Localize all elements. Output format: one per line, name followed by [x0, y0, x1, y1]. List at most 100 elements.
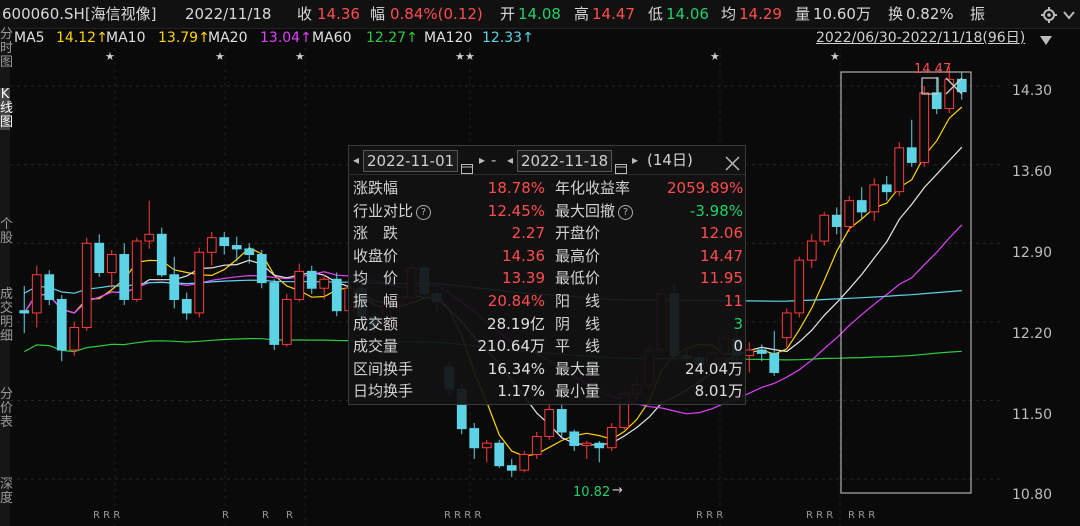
stat-value: 2059.89% [667, 179, 744, 197]
price-tick: 12.90 [1012, 245, 1053, 261]
candle-body [231, 245, 242, 250]
stat-label: 涨 跌 [353, 224, 399, 243]
candle-body [56, 298, 67, 351]
candle-body [294, 270, 305, 300]
side-tabs: 分时图 K线图 个股 成交明细 分价表 深度 [0, 28, 13, 526]
stat-label: 最小量 [555, 382, 601, 401]
candle-body [931, 92, 942, 110]
stat-value: 0 [733, 337, 743, 356]
ma5-value: 14.12↑ [56, 30, 108, 46]
price-tick: 12.20 [1012, 326, 1053, 342]
interval-stats-popup: ◂ 2022-11-01 ▸ - ◂ 2022-11-18 ▸ (14日) 涨跌… [348, 145, 746, 405]
ma120-value: 12.33↑ [482, 30, 534, 46]
tab-trade-detail[interactable]: 成交明细 [0, 288, 13, 344]
change-label: 幅 [370, 5, 386, 23]
help-icon[interactable]: ? [618, 204, 634, 220]
open-label: 开 [500, 5, 516, 23]
candle-body [594, 442, 605, 449]
price-tick: 10.80 [1012, 487, 1053, 503]
day-count: (14日) [647, 151, 693, 169]
stat-value: 14.36 [502, 246, 545, 265]
rights-marker: R R R R [444, 510, 482, 521]
amplitude-label: 振 [970, 5, 986, 23]
next-start-icon[interactable]: ▸ [479, 146, 485, 174]
change-value: 0.84%(0.12) [390, 5, 483, 23]
stat-value: -3.98% [689, 201, 743, 220]
low-marker: 10.82 [573, 485, 611, 500]
ma10-value: 13.79↑ [158, 30, 210, 46]
volume-label: 量 [795, 5, 811, 23]
candle-body [519, 453, 530, 471]
ma10-label: MA10 [106, 30, 146, 46]
candle-body [469, 428, 480, 449]
candle-body [19, 310, 30, 314]
stat-label: 成交量 [353, 337, 399, 356]
price-tick: 11.50 [1012, 407, 1053, 423]
stat-label: 最大量 [555, 359, 601, 378]
stat-label: 开盘价 [555, 224, 601, 243]
candle-body [794, 259, 805, 314]
candle-body [744, 349, 755, 357]
candle-body [756, 349, 767, 354]
candle-body [256, 254, 267, 284]
prev-end-icon[interactable]: ◂ [507, 146, 513, 174]
range-dash: - [491, 151, 497, 169]
candle-body [894, 147, 905, 193]
tab-stock[interactable]: 个股 [0, 218, 13, 246]
next-end-icon[interactable]: ▸ [632, 146, 638, 174]
stat-value: 14.47 [700, 246, 743, 265]
tab-timeshare[interactable]: 分时图 [0, 28, 13, 70]
tab-kline[interactable]: K线图 [0, 88, 13, 130]
tab-depth[interactable]: 深度 [0, 478, 13, 506]
stat-label: 收盘价 [353, 246, 399, 265]
stat-value: 1.17% [497, 382, 545, 401]
volume-value: 10.60万 [813, 5, 871, 23]
price-tick: 13.60 [1012, 164, 1053, 180]
stat-label: 阴 线 [555, 314, 601, 333]
ma5-label: MA5 [14, 30, 45, 46]
ma20-value: 13.04↑ [260, 30, 312, 46]
rights-marker: R [262, 510, 269, 521]
candle-body [69, 327, 80, 351]
candle-body [131, 240, 142, 300]
ma120-label: MA120 [424, 30, 473, 46]
stat-value: 20.84% [487, 292, 545, 310]
candle-body [31, 274, 42, 314]
candle-body [806, 240, 817, 261]
avg-value: 14.29 [739, 5, 782, 23]
rights-marker: R R R [696, 510, 724, 521]
stat-label: 成交额 [353, 314, 399, 333]
help-icon[interactable]: ? [416, 204, 432, 220]
event-star-icon: ★ [105, 50, 115, 63]
event-star-icon: ★ [830, 50, 840, 63]
stat-label: 行业对比? [353, 201, 432, 221]
selection-box [840, 71, 972, 494]
event-star-icon: ★ [710, 50, 720, 63]
candle-body [244, 248, 255, 256]
candle-body [544, 409, 555, 437]
prev-start-icon[interactable]: ◂ [353, 146, 359, 174]
stat-value: 11.95 [700, 269, 743, 288]
stock-code[interactable]: 600060.SH[海信视像] [2, 0, 157, 28]
quote-date: 2022/11/18 [185, 5, 272, 23]
date-range[interactable]: 2022/06/30-2022/11/18(96日) [816, 28, 1025, 48]
candle-body [319, 278, 330, 289]
candle-body [606, 426, 617, 449]
low-value: 14.06 [666, 5, 709, 23]
stat-label: 区间换手 [353, 359, 414, 378]
stat-label: 最大回撤? [555, 201, 634, 221]
close-icon[interactable] [725, 152, 740, 180]
stat-value: 18.78% [487, 179, 545, 197]
tab-price-table[interactable]: 分价表 [0, 388, 13, 430]
stat-value: 210.64万 [477, 337, 546, 356]
end-date-field[interactable]: 2022-11-18 [517, 150, 613, 172]
start-date-field[interactable]: 2022-11-01 [363, 150, 459, 172]
rights-marker: R [286, 510, 293, 521]
candle-body [906, 147, 917, 163]
stat-value: 24.04万 [685, 359, 743, 378]
candle-body [331, 278, 342, 312]
candle-body [206, 237, 217, 253]
ma20-label: MA20 [208, 30, 248, 46]
candle-body [281, 298, 292, 345]
low-label: 低 [648, 5, 664, 23]
